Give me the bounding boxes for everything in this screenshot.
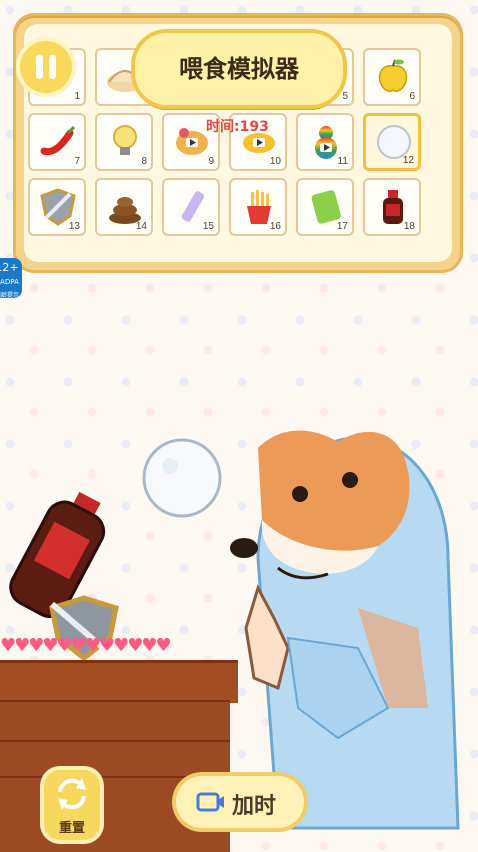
item-slot-11[interactable]: 11 (296, 113, 354, 171)
glue-stick-icon (170, 186, 214, 226)
video-icon (196, 792, 224, 812)
item-number: 18 (403, 221, 415, 232)
soy-sauce-bottle-icon (371, 186, 415, 226)
add-time-button[interactable]: 加时 (176, 776, 304, 828)
rating-age: 12+ (0, 261, 19, 274)
item-number: 7 (74, 156, 80, 167)
reset-button[interactable]: 重置 (44, 770, 100, 840)
rating-note: 适龄提示 (0, 292, 19, 299)
snowball (142, 438, 222, 518)
item-number: 6 (409, 91, 415, 102)
item-slot-8[interactable]: 8 (95, 113, 153, 171)
item-slot-13[interactable]: 13 (28, 178, 86, 236)
item-number: 15 (202, 221, 214, 232)
item-slot-7[interactable]: 7 (28, 113, 86, 171)
game-title: 喂食模拟器 (179, 55, 299, 83)
shelf-top (0, 660, 238, 703)
item-slot-17[interactable]: 17 (296, 178, 354, 236)
refresh-icon (58, 778, 86, 810)
pause-icon (36, 55, 43, 79)
title-plate: 喂食模拟器 (135, 33, 343, 105)
reset-label: 重置 (58, 821, 85, 836)
pause-icon (49, 55, 56, 79)
sword-shield-icon (36, 186, 80, 226)
item-slot-6[interactable]: 6 (363, 48, 421, 106)
ice-shiba-dog[interactable] (218, 408, 462, 838)
chili-pepper-icon (36, 121, 80, 161)
light-bulb-icon (103, 121, 147, 161)
rating-org: CADPA (0, 278, 19, 286)
pause-button[interactable] (20, 41, 72, 93)
item-number: 5 (342, 91, 348, 102)
chips-bag-icon (304, 186, 348, 226)
age-rating-badge: 12+ CADPA 适龄提示 (0, 258, 22, 299)
golden-apple-icon (371, 56, 415, 96)
item-number: 10 (269, 156, 281, 167)
item-number: 14 (135, 221, 147, 232)
add-time-label: 加时 (232, 794, 277, 819)
item-slot-15[interactable]: 15 (162, 178, 220, 236)
timer-label: 时间:193 (206, 119, 269, 135)
item-number: 1 (74, 91, 80, 102)
item-number: 11 (337, 156, 348, 167)
french-fries-icon (237, 186, 281, 226)
item-slot-14[interactable]: 14 (95, 178, 153, 236)
item-number: 13 (68, 221, 80, 232)
poop-icon (103, 186, 147, 226)
rainbow-gourd-icon (304, 121, 348, 161)
item-number: 17 (336, 221, 348, 232)
item-number: 16 (269, 221, 281, 232)
item-slot-12[interactable]: 12 (363, 113, 421, 171)
item-number: 9 (208, 156, 214, 167)
item-number: 8 (141, 156, 147, 167)
item-number: 12 (402, 155, 414, 166)
item-slot-18[interactable]: 18 (363, 178, 421, 236)
item-slot-16[interactable]: 16 (229, 178, 287, 236)
